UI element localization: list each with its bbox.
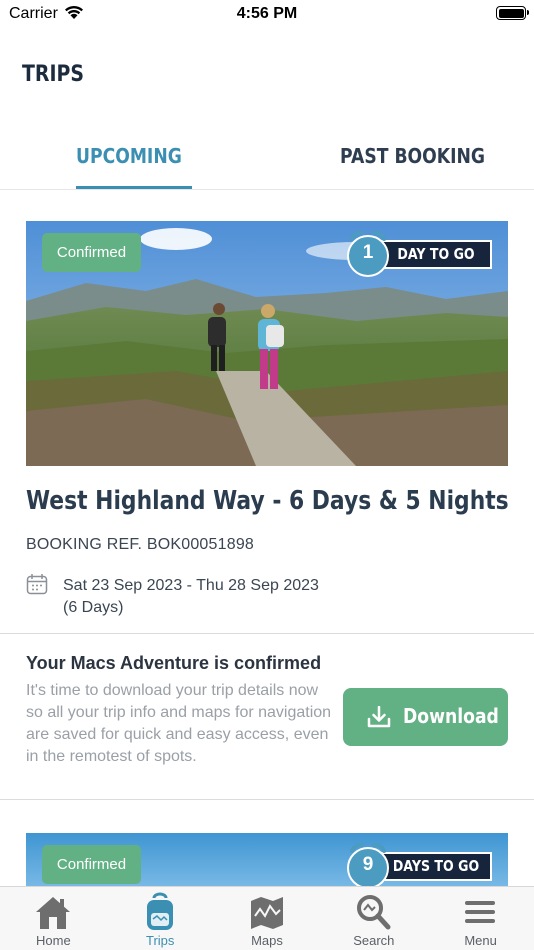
trip-dates: Sat 23 Sep 2023 - Thu 28 Sep 2023 (6 Day… bbox=[63, 575, 319, 619]
nav-trips[interactable]: Trips bbox=[107, 887, 214, 950]
confirmation-message: It's time to download your trip details … bbox=[26, 682, 332, 765]
days-to-go-number: 1 bbox=[362, 242, 374, 263]
status-badge: Confirmed bbox=[42, 233, 141, 272]
booking-reference: BOOKING REF. BOK00051898 bbox=[26, 536, 255, 553]
nav-trips-label: Trips bbox=[145, 933, 175, 948]
days-to-go-badge: DAYS TO GO 9 bbox=[346, 841, 492, 891]
divider bbox=[0, 799, 534, 800]
trip-duration: (6 Days) bbox=[63, 599, 124, 616]
calendar-icon bbox=[26, 574, 48, 595]
backpack-icon bbox=[146, 892, 173, 930]
days-to-go-number: 9 bbox=[362, 854, 374, 875]
nav-maps-label: Maps bbox=[251, 933, 283, 948]
nav-menu[interactable]: Menu bbox=[427, 887, 534, 950]
nav-search[interactable]: Search bbox=[320, 887, 427, 950]
trip-title[interactable]: West Highland Way - 6 Days & 5 Nights bbox=[26, 486, 509, 516]
date-range: Sat 23 Sep 2023 - Thu 28 Sep 2023 bbox=[63, 577, 319, 594]
days-to-go-label: DAY TO GO bbox=[397, 245, 475, 263]
menu-icon bbox=[465, 901, 496, 923]
battery-icon bbox=[496, 6, 529, 20]
status-time: 4:56 PM bbox=[236, 5, 298, 22]
nav-home[interactable]: Home bbox=[0, 887, 107, 950]
status-bar: Carrier 4:56 PM bbox=[0, 0, 534, 30]
search-icon bbox=[357, 895, 391, 930]
trip-tabs: UPCOMING PAST BOOKING bbox=[0, 132, 534, 190]
confirmation-heading: Your Macs Adventure is confirmed bbox=[26, 653, 322, 673]
nav-home-label: Home bbox=[36, 933, 71, 948]
page-title: TRIPS bbox=[22, 62, 85, 87]
trip-photo[interactable]: Confirmed DAY TO GO 1 bbox=[26, 221, 508, 466]
active-tab-indicator bbox=[76, 186, 192, 189]
download-button[interactable]: Download bbox=[343, 688, 508, 746]
download-label: Download bbox=[403, 704, 499, 728]
days-to-go-badge: DAY TO GO 1 bbox=[346, 229, 492, 279]
days-to-go-label: DAYS TO GO bbox=[392, 857, 480, 875]
map-icon bbox=[250, 897, 283, 929]
trip-photo[interactable]: Confirmed DAYS TO GO 9 bbox=[26, 833, 508, 893]
divider bbox=[0, 633, 534, 634]
nav-menu-label: Menu bbox=[464, 933, 497, 948]
bottom-nav: Home Trips Maps Search Menu bbox=[0, 886, 534, 950]
nav-maps[interactable]: Maps bbox=[214, 887, 321, 950]
tab-past-booking[interactable]: PAST BOOKING bbox=[340, 144, 485, 168]
tab-upcoming[interactable]: UPCOMING bbox=[76, 144, 182, 168]
status-badge: Confirmed bbox=[42, 845, 141, 884]
home-icon bbox=[36, 897, 70, 929]
nav-search-label: Search bbox=[353, 933, 395, 948]
download-icon bbox=[367, 706, 391, 728]
